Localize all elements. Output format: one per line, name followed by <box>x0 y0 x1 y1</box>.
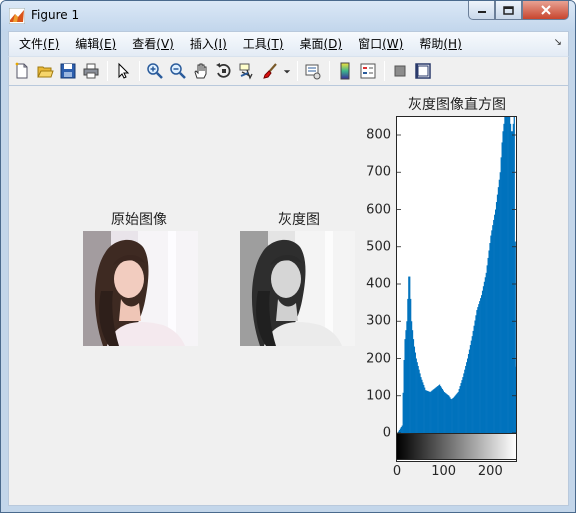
y-tick-label: 600 <box>366 202 391 217</box>
y-tick-label: 400 <box>366 276 391 292</box>
menu-label: 工具 <box>242 37 267 51</box>
select-button[interactable] <box>112 60 134 82</box>
toolbar-separator <box>297 61 298 81</box>
select-arrow-icon <box>118 62 130 79</box>
hide-plot-tools-button[interactable] <box>389 60 411 82</box>
matlab-logo-icon <box>9 8 25 24</box>
new-figure-icon <box>15 62 28 79</box>
maximize-icon <box>503 5 514 15</box>
menu-bar: 文件(F) 编辑(E) 查看(V) 插入(I) 工具(T) 桌面(D) 窗口(W… <box>8 31 569 56</box>
brush-dropdown-button[interactable] <box>282 60 292 82</box>
brush-button[interactable] <box>259 60 281 82</box>
menu-accel: (T) <box>266 37 284 51</box>
menu-help[interactable]: 帮助(H) <box>411 33 469 55</box>
window-title: Figure 1 <box>31 8 80 22</box>
legend-icon <box>360 63 376 79</box>
zoom-out-icon <box>170 63 186 79</box>
menu-label: 窗口 <box>358 37 383 51</box>
x-tick-label: 0 <box>392 464 402 479</box>
menu-file[interactable]: 文件(F) <box>11 33 67 55</box>
close-icon <box>540 5 551 15</box>
menu-label: 查看 <box>132 37 157 51</box>
legend-button[interactable] <box>357 60 379 82</box>
menu-view[interactable]: 查看(V) <box>124 33 182 55</box>
rotate-3d-button[interactable] <box>213 60 235 82</box>
zoom-out-button[interactable] <box>167 60 189 82</box>
colorbar-icon <box>340 62 350 80</box>
zoom-in-button[interactable] <box>144 60 166 82</box>
pan-button[interactable] <box>190 60 212 82</box>
y-tick-label: 0 <box>382 425 391 441</box>
save-icon <box>60 63 76 79</box>
maximize-button[interactable] <box>495 1 522 20</box>
toolbar-separator <box>139 61 140 81</box>
figure-canvas: 原始图像 灰度图 灰度图像直方图 0 100 200 300 400 500 6… <box>8 86 569 506</box>
brush-dropdown-icon <box>283 70 291 74</box>
toolbar-separator <box>329 61 330 81</box>
menu-accel: (D) <box>323 37 343 51</box>
menu-label: 编辑 <box>75 37 100 51</box>
histogram-plot <box>397 117 517 434</box>
menu-accel: (I) <box>213 37 227 51</box>
show-plot-tools-icon <box>415 63 431 79</box>
menu-accel: (V) <box>156 37 174 51</box>
new-figure-button[interactable] <box>11 60 33 82</box>
dock-arrow-icon[interactable]: ↘ <box>554 37 562 48</box>
rotate-3d-icon <box>216 63 231 78</box>
menu-accel: (E) <box>99 37 117 51</box>
y-tick-label: 100 <box>366 388 391 404</box>
zoom-in-icon <box>147 63 163 79</box>
original-image <box>83 231 198 346</box>
histogram-title: 灰度图像直方图 <box>408 97 506 113</box>
minimize-button[interactable] <box>468 1 495 20</box>
show-plot-tools-button[interactable] <box>412 60 434 82</box>
menu-accel: (F) <box>43 37 60 51</box>
menu-label: 插入 <box>189 37 214 51</box>
data-cursor-icon <box>239 63 253 80</box>
save-button[interactable] <box>57 60 79 82</box>
minimize-icon <box>477 11 486 13</box>
close-button[interactable] <box>522 1 569 20</box>
x-tick-label: 100 <box>431 464 457 479</box>
y-tick-label: 200 <box>366 351 391 366</box>
gray-image-title: 灰度图 <box>278 212 320 228</box>
pan-hand-icon <box>194 63 207 79</box>
menu-label: 桌面 <box>299 37 324 51</box>
menu-label: 帮助 <box>419 37 444 51</box>
menu-desktop[interactable]: 桌面(D) <box>291 33 350 55</box>
print-button[interactable] <box>80 60 102 82</box>
brush-icon <box>263 63 277 79</box>
histogram-axes <box>396 116 517 462</box>
y-tick-label: 500 <box>366 239 391 255</box>
open-file-icon <box>37 66 54 78</box>
menu-accel: (H) <box>443 37 462 51</box>
menu-edit[interactable]: 编辑(E) <box>67 33 124 55</box>
title-bar[interactable]: Figure 1 <box>1 1 575 31</box>
print-icon <box>83 63 99 79</box>
link-plot-icon <box>305 64 321 80</box>
x-tick-label: 200 <box>477 464 503 479</box>
menu-label: 文件 <box>19 37 44 51</box>
figure-window: Figure 1 文件(F) 编辑(E) 查看(V) 插入(I) 工具(T) 桌… <box>0 0 576 513</box>
original-image-title: 原始图像 <box>111 212 167 228</box>
open-file-button[interactable] <box>34 60 56 82</box>
menu-window[interactable]: 窗口(W) <box>350 33 411 55</box>
toolbar <box>8 56 569 86</box>
link-plot-button[interactable] <box>302 60 324 82</box>
y-tick-label: 700 <box>366 164 391 180</box>
data-cursor-button[interactable] <box>236 60 258 82</box>
menu-accel: (W) <box>382 37 404 51</box>
y-tick-label: 300 <box>366 313 391 329</box>
y-tick-label: 800 <box>366 127 391 143</box>
colorbar-button[interactable] <box>334 60 356 82</box>
hide-plot-tools-icon <box>394 65 406 77</box>
menu-tools[interactable]: 工具(T) <box>235 33 292 55</box>
toolbar-separator <box>107 61 108 81</box>
grayscale-colorbar <box>396 433 517 460</box>
gray-image <box>240 231 355 346</box>
menu-insert[interactable]: 插入(I) <box>182 33 235 55</box>
toolbar-separator <box>384 61 385 81</box>
